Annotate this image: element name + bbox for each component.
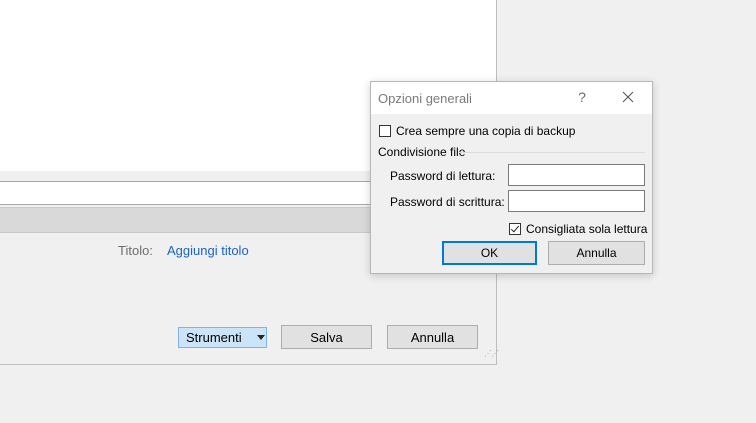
general-options-dialog: Opzioni generali ? Crea sempre una copia… xyxy=(370,81,653,274)
save-button[interactable]: Salva xyxy=(281,325,372,349)
read-password-label: Password di lettura: xyxy=(390,169,496,183)
ok-button[interactable]: OK xyxy=(442,241,537,265)
tools-button-label: Strumenti xyxy=(186,330,242,345)
backup-checkbox[interactable] xyxy=(379,125,391,137)
dialog-title: Opzioni generali xyxy=(378,91,472,106)
cancel-button[interactable]: Annulla xyxy=(387,325,478,349)
file-sharing-group-label: Condivisione file xyxy=(378,145,466,159)
group-divider xyxy=(459,152,645,153)
title-label: Titolo: xyxy=(118,243,153,258)
backup-checkbox-row[interactable]: Crea sempre una copia di backup xyxy=(379,124,575,138)
dialog-cancel-button[interactable]: Annulla xyxy=(548,241,645,265)
readonly-checkbox-label: Consigliata sola lettura xyxy=(526,222,648,236)
backup-checkbox-label: Crea sempre una copia di backup xyxy=(396,124,576,138)
readonly-checkbox-row[interactable]: Consigliata sola lettura xyxy=(509,222,647,236)
readonly-checkbox[interactable] xyxy=(509,223,521,235)
dropdown-arrow-icon xyxy=(257,335,265,340)
close-icon[interactable] xyxy=(619,88,637,106)
write-password-label: Password di scrittura: xyxy=(390,195,505,209)
read-password-input[interactable] xyxy=(508,164,645,186)
add-title-link[interactable]: Aggiungi titolo xyxy=(167,243,249,258)
resize-grip-icon[interactable]: ⋰⋰ xyxy=(484,350,499,362)
write-password-input[interactable] xyxy=(508,190,645,212)
help-icon[interactable]: ? xyxy=(574,89,590,107)
dialog-body: Crea sempre una copia di backup Condivis… xyxy=(371,114,652,273)
tools-button[interactable]: Strumenti xyxy=(178,327,267,348)
